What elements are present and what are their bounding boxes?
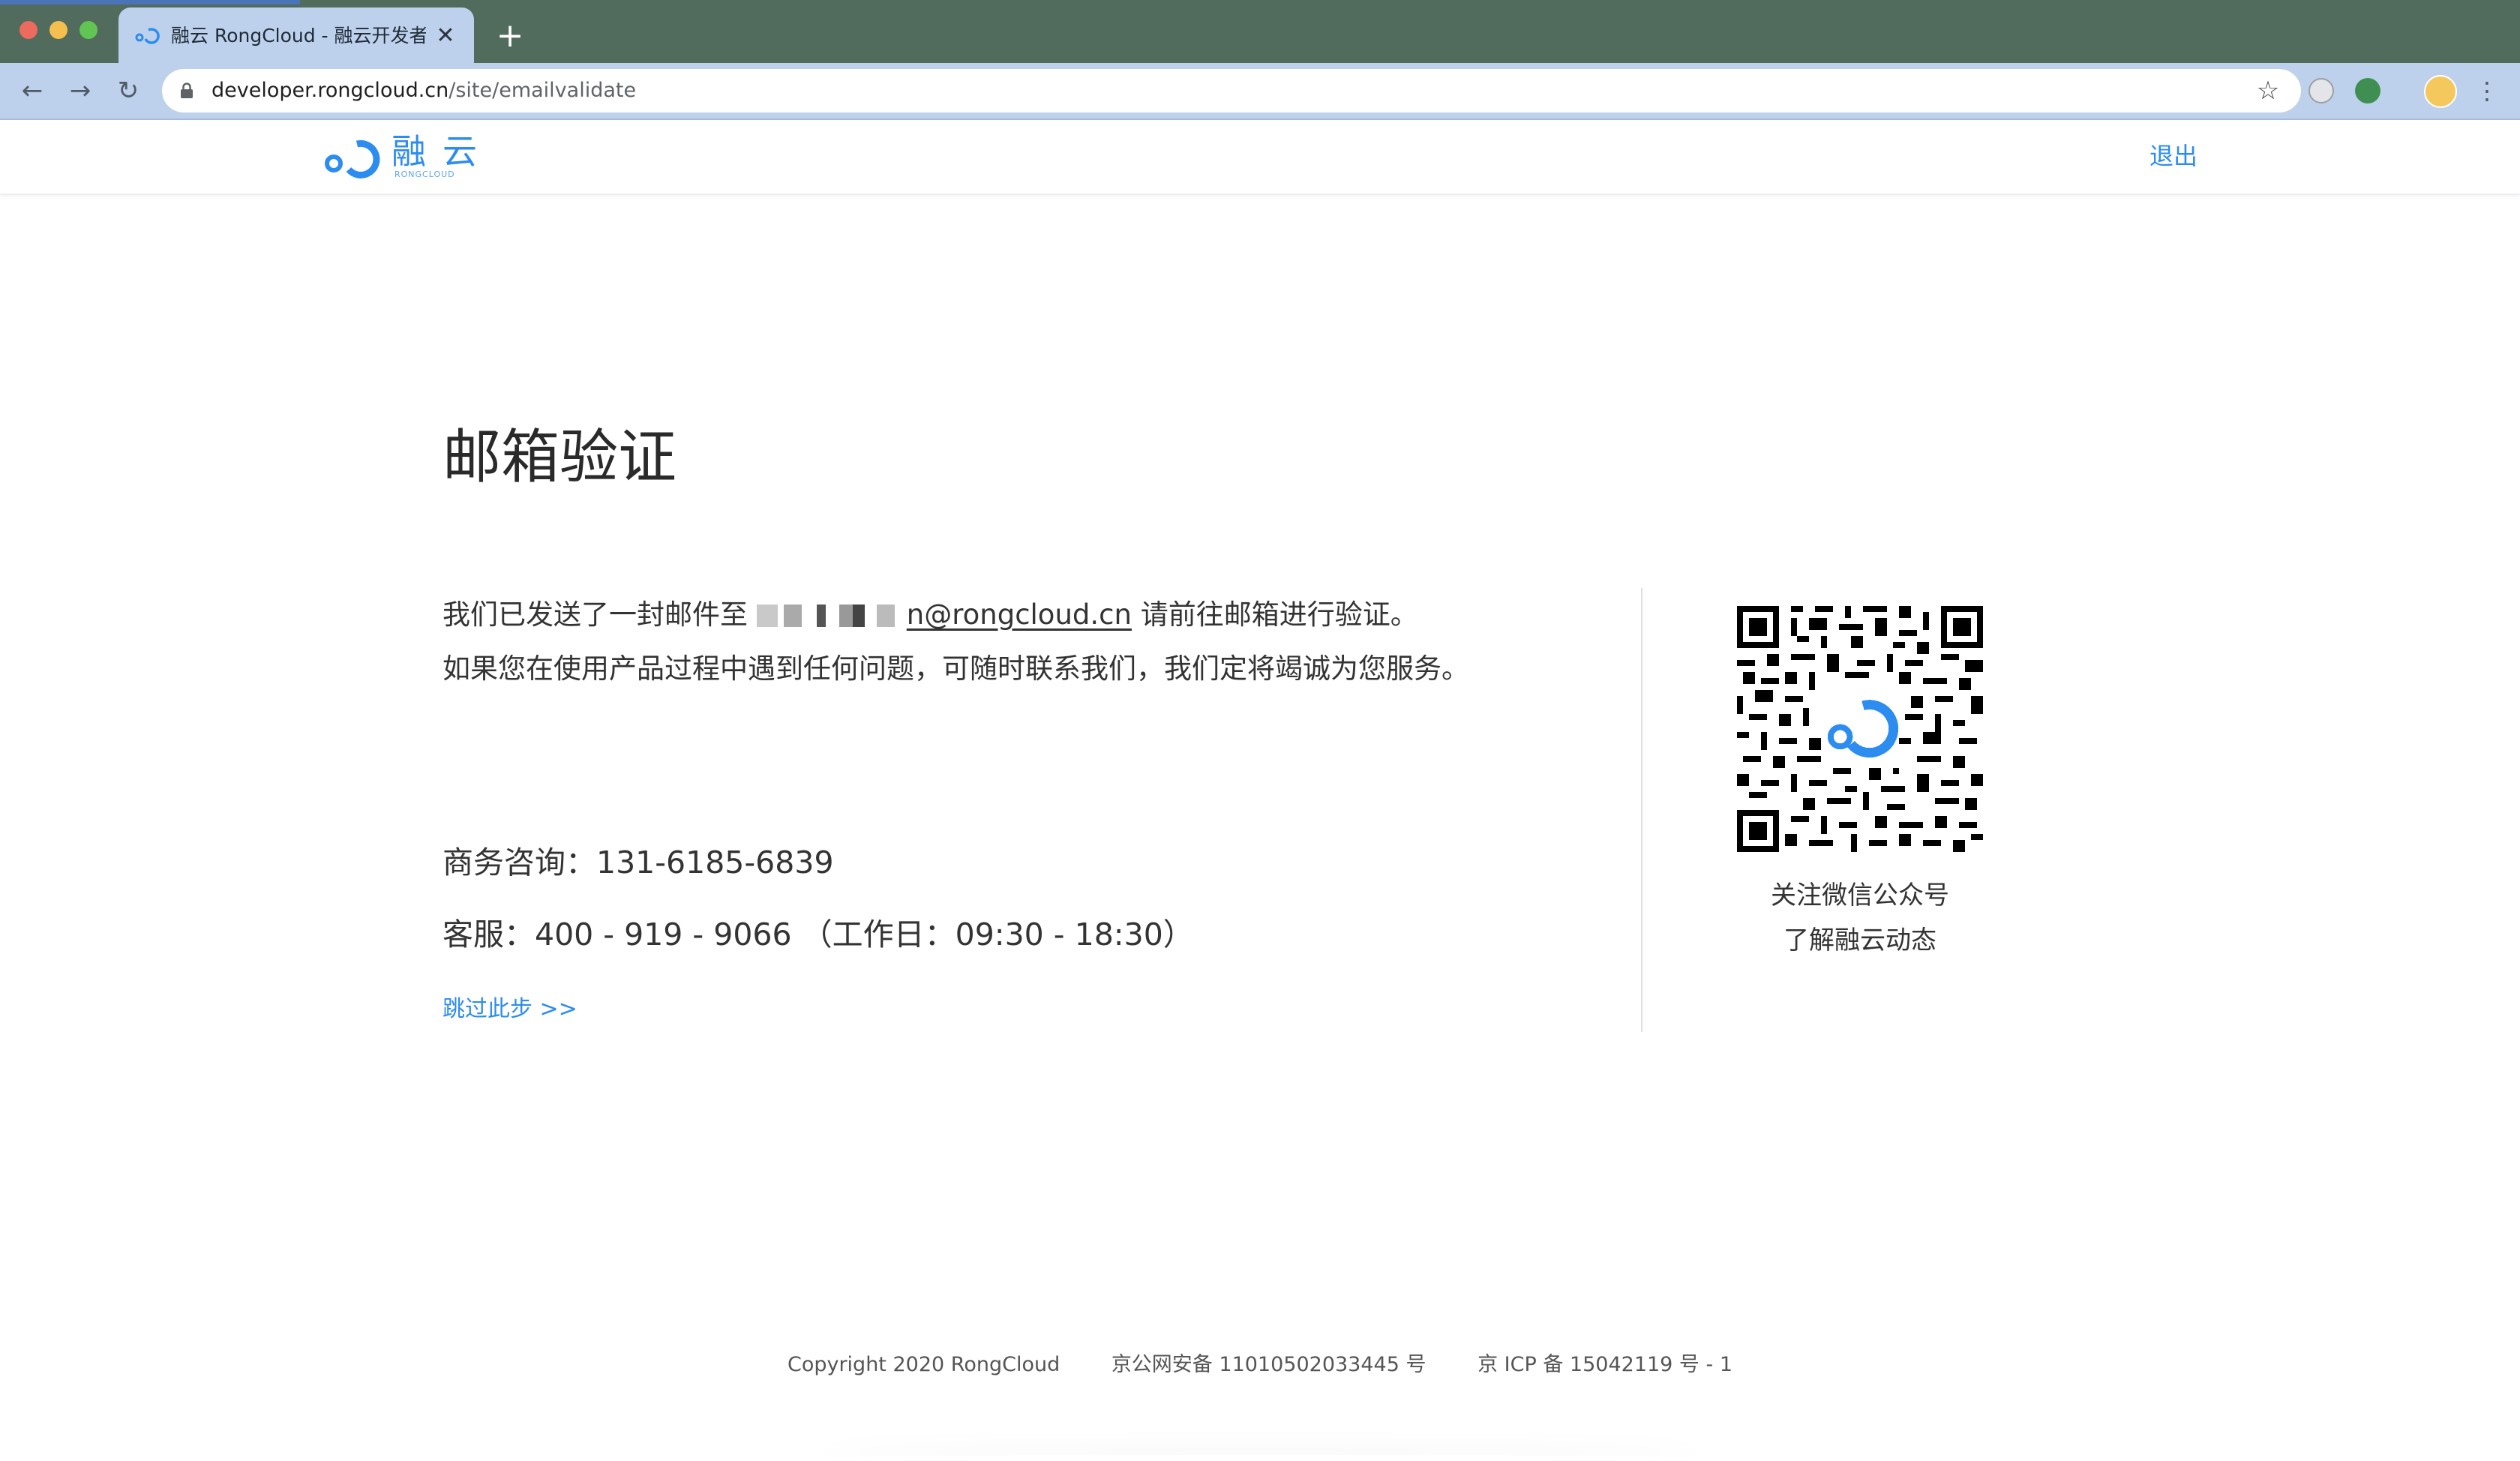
logout-link[interactable]: 退出 bbox=[2150, 140, 2198, 172]
tab-close-icon[interactable]: ✕ bbox=[432, 22, 459, 50]
browser-tab[interactable]: 融云 RongCloud - 融云开发者平台 ✕ bbox=[118, 8, 474, 64]
email-address: n@rongcloud.cn bbox=[756, 598, 1132, 631]
sent-prefix: 我们已发送了一封邮件至 bbox=[442, 598, 748, 631]
vertical-divider bbox=[1641, 588, 1642, 1032]
browser-tab-strip: 融云 RongCloud - 融云开发者平台 ✕ + bbox=[0, 0, 2520, 64]
skip-step-link[interactable]: 跳过此步 >> bbox=[442, 994, 578, 1024]
qr-caption-line2: 了解融云动态 bbox=[1784, 926, 1936, 956]
browser-toolbar: ← → ↻ developer.rongcloud.cn/site/emailv… bbox=[0, 63, 2520, 120]
forward-arrow-icon[interactable]: → bbox=[64, 75, 96, 106]
rongcloud-logo-icon bbox=[325, 140, 380, 178]
sent-suffix: 请前往邮箱进行验证。 bbox=[1140, 598, 1418, 631]
url-text[interactable]: developer.rongcloud.cn/site/emailvalidat… bbox=[212, 69, 636, 112]
lock-icon bbox=[181, 82, 193, 98]
menu-icon[interactable]: ⋮ bbox=[2475, 75, 2499, 106]
avatar-icon[interactable] bbox=[2424, 75, 2457, 108]
support-contact: 客服：400 - 919 - 9066 （工作日：09:30 - 18:30） bbox=[442, 916, 1194, 952]
qr-caption: 关注微信公众号 了解融云动态 bbox=[1695, 873, 2025, 963]
bottom-shadow bbox=[810, 1455, 1710, 1461]
email-redaction bbox=[756, 604, 907, 627]
wechat-qr-code bbox=[1737, 606, 1983, 852]
window-minimize-button[interactable] bbox=[50, 21, 68, 39]
qr-caption-line1: 关注微信公众号 bbox=[1771, 880, 1949, 910]
tab-strip-accent bbox=[0, 0, 300, 4]
help-text: 如果您在使用产品过程中遇到任何问题，可随时联系我们，我们定将竭诚为您服务。 bbox=[442, 652, 1469, 685]
reload-icon[interactable]: ↻ bbox=[112, 75, 144, 106]
url-host: developer.rongcloud.cn bbox=[212, 79, 449, 102]
logo-text: 融云 bbox=[392, 131, 494, 172]
extension-icon[interactable] bbox=[2355, 78, 2380, 104]
extension-icon[interactable] bbox=[2308, 78, 2334, 104]
logo-subtext: RONGCLOUD bbox=[394, 170, 455, 179]
footer-icp-record[interactable]: 京 ICP 备 15042119 号 - 1 bbox=[1478, 1353, 1732, 1376]
rongcloud-favicon-icon bbox=[135, 28, 160, 44]
footer-copyright: Copyright 2020 RongCloud bbox=[787, 1353, 1060, 1376]
window-maximize-button[interactable] bbox=[80, 21, 98, 39]
url-path: /site/emailvalidate bbox=[448, 79, 637, 102]
business-contact: 商务咨询：131-6185-6839 bbox=[442, 844, 834, 880]
address-bar[interactable]: developer.rongcloud.cn/site/emailvalidat… bbox=[162, 69, 2301, 112]
tab-title: 融云 RongCloud - 融云开发者平台 bbox=[171, 25, 426, 46]
bookmark-star-icon[interactable]: ☆ bbox=[2253, 75, 2283, 106]
window-close-button[interactable] bbox=[20, 21, 38, 39]
page-footer: Copyright 2020 RongCloud 京公网安备 110105020… bbox=[0, 1350, 2520, 1380]
new-tab-button[interactable]: + bbox=[494, 20, 526, 52]
site-header: 融云 RONGCLOUD 退出 bbox=[0, 120, 2520, 195]
verification-sent-text: 我们已发送了一封邮件至 n@rongcloud.cn 请前往邮箱进行验证。 bbox=[442, 596, 1418, 634]
rongcloud-logo[interactable]: 融云 RONGCLOUD bbox=[321, 129, 486, 184]
footer-police-record[interactable]: 京公网安备 11010502033445 号 bbox=[1112, 1353, 1426, 1376]
page-title: 邮箱验证 bbox=[442, 424, 677, 491]
back-arrow-icon[interactable]: ← bbox=[16, 75, 48, 106]
